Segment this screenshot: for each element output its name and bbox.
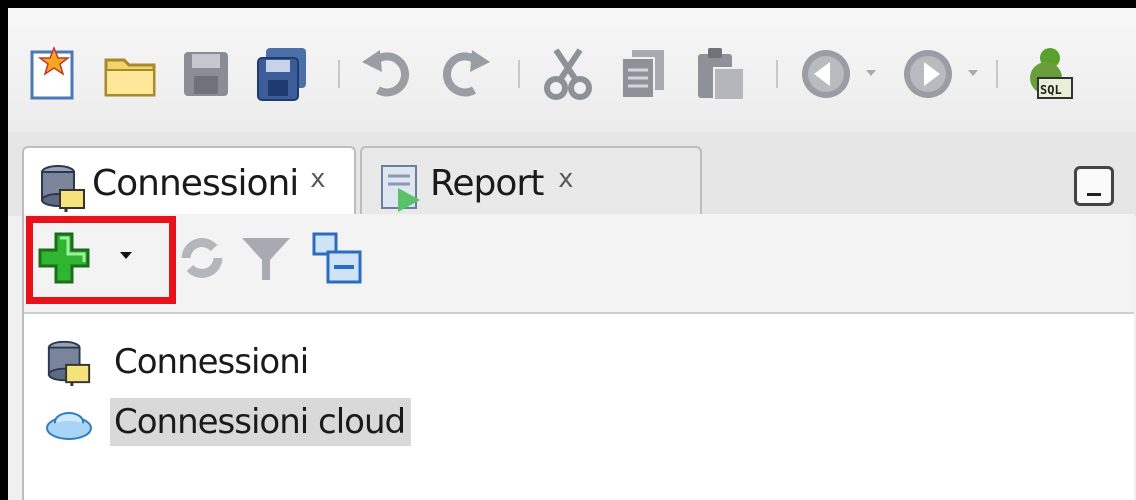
toolbar-separator [776, 60, 778, 88]
forward-dropdown-icon[interactable] [966, 66, 980, 80]
database-connections-icon [38, 162, 88, 212]
undo-icon[interactable] [358, 44, 418, 104]
schema-browser-icon[interactable] [308, 230, 364, 286]
svg-text:SQL: SQL [1040, 83, 1062, 97]
refresh-icon[interactable] [174, 230, 230, 286]
sql-worksheet-icon[interactable]: SQL [1016, 44, 1076, 104]
connections-panel: Connessioni Connessioni cloud [22, 214, 1134, 500]
open-folder-icon[interactable] [100, 44, 160, 104]
filter-icon[interactable] [238, 230, 294, 286]
tab-connessioni[interactable]: Connessioni x [22, 146, 356, 220]
add-connection-icon[interactable] [36, 230, 92, 286]
cut-icon[interactable] [538, 44, 598, 104]
tab-label: Report [430, 163, 544, 204]
new-file-icon[interactable] [24, 44, 84, 104]
app-frame: SQL Connessioni x Report x Connessioni C… [8, 8, 1136, 500]
copy-icon[interactable] [614, 44, 674, 104]
tab-report[interactable]: Report x [360, 146, 702, 220]
toolbar-separator [518, 60, 520, 88]
cloud-icon [44, 398, 94, 446]
database-connections-icon [44, 338, 94, 386]
tab-label: Connessioni [92, 163, 299, 204]
back-dropdown-icon[interactable] [864, 66, 878, 80]
forward-icon[interactable] [898, 44, 958, 104]
back-icon[interactable] [796, 44, 856, 104]
tree-item-label: Connessioni [114, 342, 309, 382]
tab-strip: Connessioni x Report x [8, 132, 1136, 220]
dropdown-arrow-icon[interactable] [116, 246, 136, 266]
toolbar-separator [338, 60, 340, 88]
tree-item-label: Connessioni cloud [110, 398, 412, 446]
tab-close-button[interactable]: x [310, 164, 326, 194]
main-toolbar: SQL [8, 8, 1136, 132]
paste-icon[interactable] [690, 44, 750, 104]
save-icon[interactable] [176, 44, 236, 104]
tab-close-button[interactable]: x [558, 164, 574, 194]
toolbar-separator [996, 60, 998, 88]
panel-toolbar [24, 214, 1134, 314]
redo-icon[interactable] [434, 44, 494, 104]
report-icon [376, 162, 426, 212]
save-all-icon[interactable] [252, 44, 312, 104]
minimize-panel-button[interactable] [1074, 166, 1114, 206]
